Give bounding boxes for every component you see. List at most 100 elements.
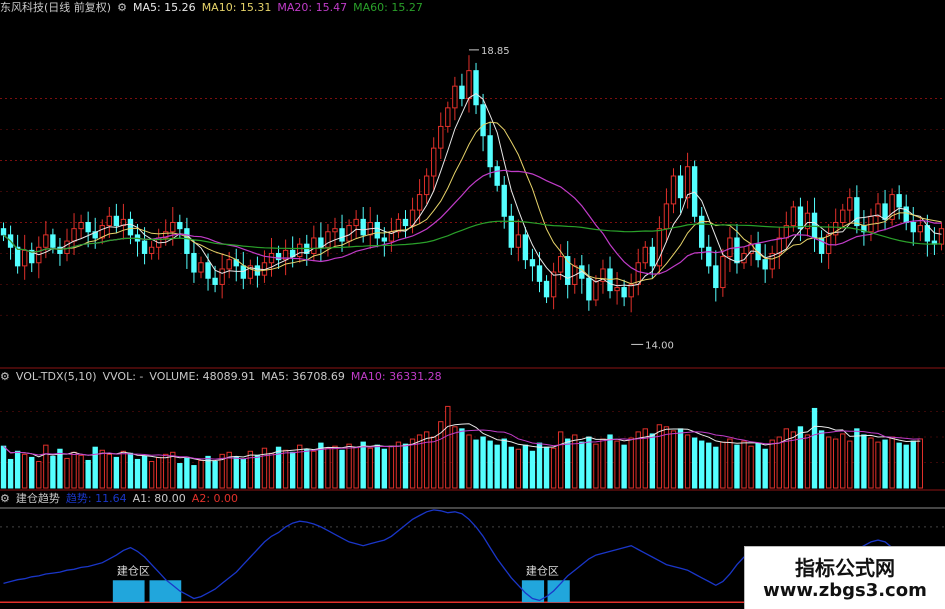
volume-bar [0, 445, 7, 489]
volume-bar [557, 431, 564, 489]
volume-bar [268, 452, 275, 489]
candle-body [494, 166, 500, 186]
candle-body [593, 280, 599, 301]
volume-bar [163, 453, 169, 489]
candle-body [170, 221, 176, 233]
volume-bar [141, 455, 148, 489]
settings-icon[interactable]: ⚙ [0, 370, 10, 383]
volume-bar [282, 449, 289, 489]
build-zone-label: 建仓区 [117, 563, 150, 577]
volume-bar [445, 405, 451, 489]
a1-label: A1: 80.00 [132, 492, 186, 505]
candle-body [423, 175, 430, 196]
volume-bar [875, 441, 881, 489]
candle-body [854, 197, 860, 227]
candle-body [536, 265, 543, 282]
volume-bar [381, 448, 388, 489]
watermark-title: 指标公式网 [795, 556, 895, 580]
candle-body [416, 194, 423, 211]
candle-body [557, 256, 564, 273]
volume-bar [748, 445, 754, 489]
volume-bar [480, 436, 486, 489]
candle-body [713, 265, 719, 289]
candle-body [487, 135, 493, 168]
candle-body [85, 221, 91, 233]
candle-body [14, 246, 21, 267]
candle-body [50, 234, 56, 248]
volume-bar [847, 440, 853, 489]
volume-bar [36, 460, 42, 489]
volume-bar [776, 436, 782, 489]
volume-bar [861, 434, 867, 489]
candle-body [205, 262, 211, 279]
volume-bar [360, 441, 366, 489]
candle-body [339, 228, 345, 242]
candle-body [177, 221, 183, 230]
settings-icon[interactable]: ⚙ [0, 492, 10, 505]
volume-bar [99, 449, 105, 489]
candle-body [219, 268, 225, 285]
candle-body [522, 234, 529, 261]
volume-bar [720, 441, 726, 489]
volume-panel-header: ⚙ VOL-TDX(5,10) VVOL: - VOLUME: 48089.91 MA5… [0, 369, 448, 385]
volume-bar [29, 456, 35, 489]
vol-ma10-label: MA10: 36331.28 [350, 370, 442, 383]
volume-bar [691, 437, 698, 489]
candle-body [438, 125, 444, 149]
volume-bar [106, 453, 112, 489]
volume-bar [325, 447, 331, 489]
volume-bar [134, 458, 141, 489]
candle-body [776, 237, 782, 254]
volume-bar [388, 445, 395, 489]
volume-bar [684, 434, 691, 489]
volume-bar [889, 436, 895, 489]
volume-bar [508, 446, 514, 489]
volume-bar [833, 438, 839, 489]
volume-bar [565, 438, 571, 489]
a2-label: A2: 0.00 [191, 492, 239, 505]
volume-bar [635, 431, 641, 489]
volume-bar [395, 441, 402, 489]
candle-body [691, 166, 698, 217]
stock-name[interactable]: 东风科技(日线 前复权) [0, 1, 111, 14]
candle-body [875, 203, 881, 217]
indicator-name[interactable]: 建仓趋势 [16, 492, 60, 505]
volume-bar [536, 442, 543, 489]
volume-bar [670, 430, 677, 489]
candle-body [790, 206, 797, 227]
volume-bar [529, 450, 536, 489]
candle-body [797, 206, 804, 230]
volume-bar [706, 442, 712, 489]
ma20-label: MA20: 15.47 [277, 1, 348, 14]
candle-body [240, 265, 246, 279]
vol-indicator-name[interactable]: VOL-TDX(5,10) [16, 370, 97, 383]
volume-bar [649, 433, 656, 489]
candle-body [840, 209, 846, 223]
volume-bar [727, 438, 733, 489]
volume-bar [811, 407, 818, 489]
volume-bar [840, 433, 846, 489]
volume-bar [579, 441, 585, 489]
volume-bar [903, 444, 909, 489]
candle-body [353, 218, 359, 227]
candle-body [762, 259, 768, 270]
candle-body [141, 240, 148, 254]
volume-bar [113, 456, 120, 489]
volume-bar [289, 451, 296, 489]
volume-bar [50, 455, 56, 489]
gear-icon[interactable]: ⚙ [117, 1, 127, 14]
volume-bar [64, 457, 70, 489]
volume-bar [57, 448, 63, 489]
volume-bar [741, 440, 747, 489]
volume-bar [825, 436, 832, 489]
volume-bar [917, 438, 924, 489]
candle-body [529, 259, 536, 267]
candle-body [64, 240, 70, 254]
volume-bar [431, 436, 437, 489]
candle-body [811, 212, 818, 239]
candle-body [21, 249, 28, 267]
volume-bar [7, 458, 14, 489]
candle-body [332, 228, 338, 233]
candle-body [684, 166, 691, 199]
watermark-url: www.zbgs3.com [763, 580, 927, 601]
